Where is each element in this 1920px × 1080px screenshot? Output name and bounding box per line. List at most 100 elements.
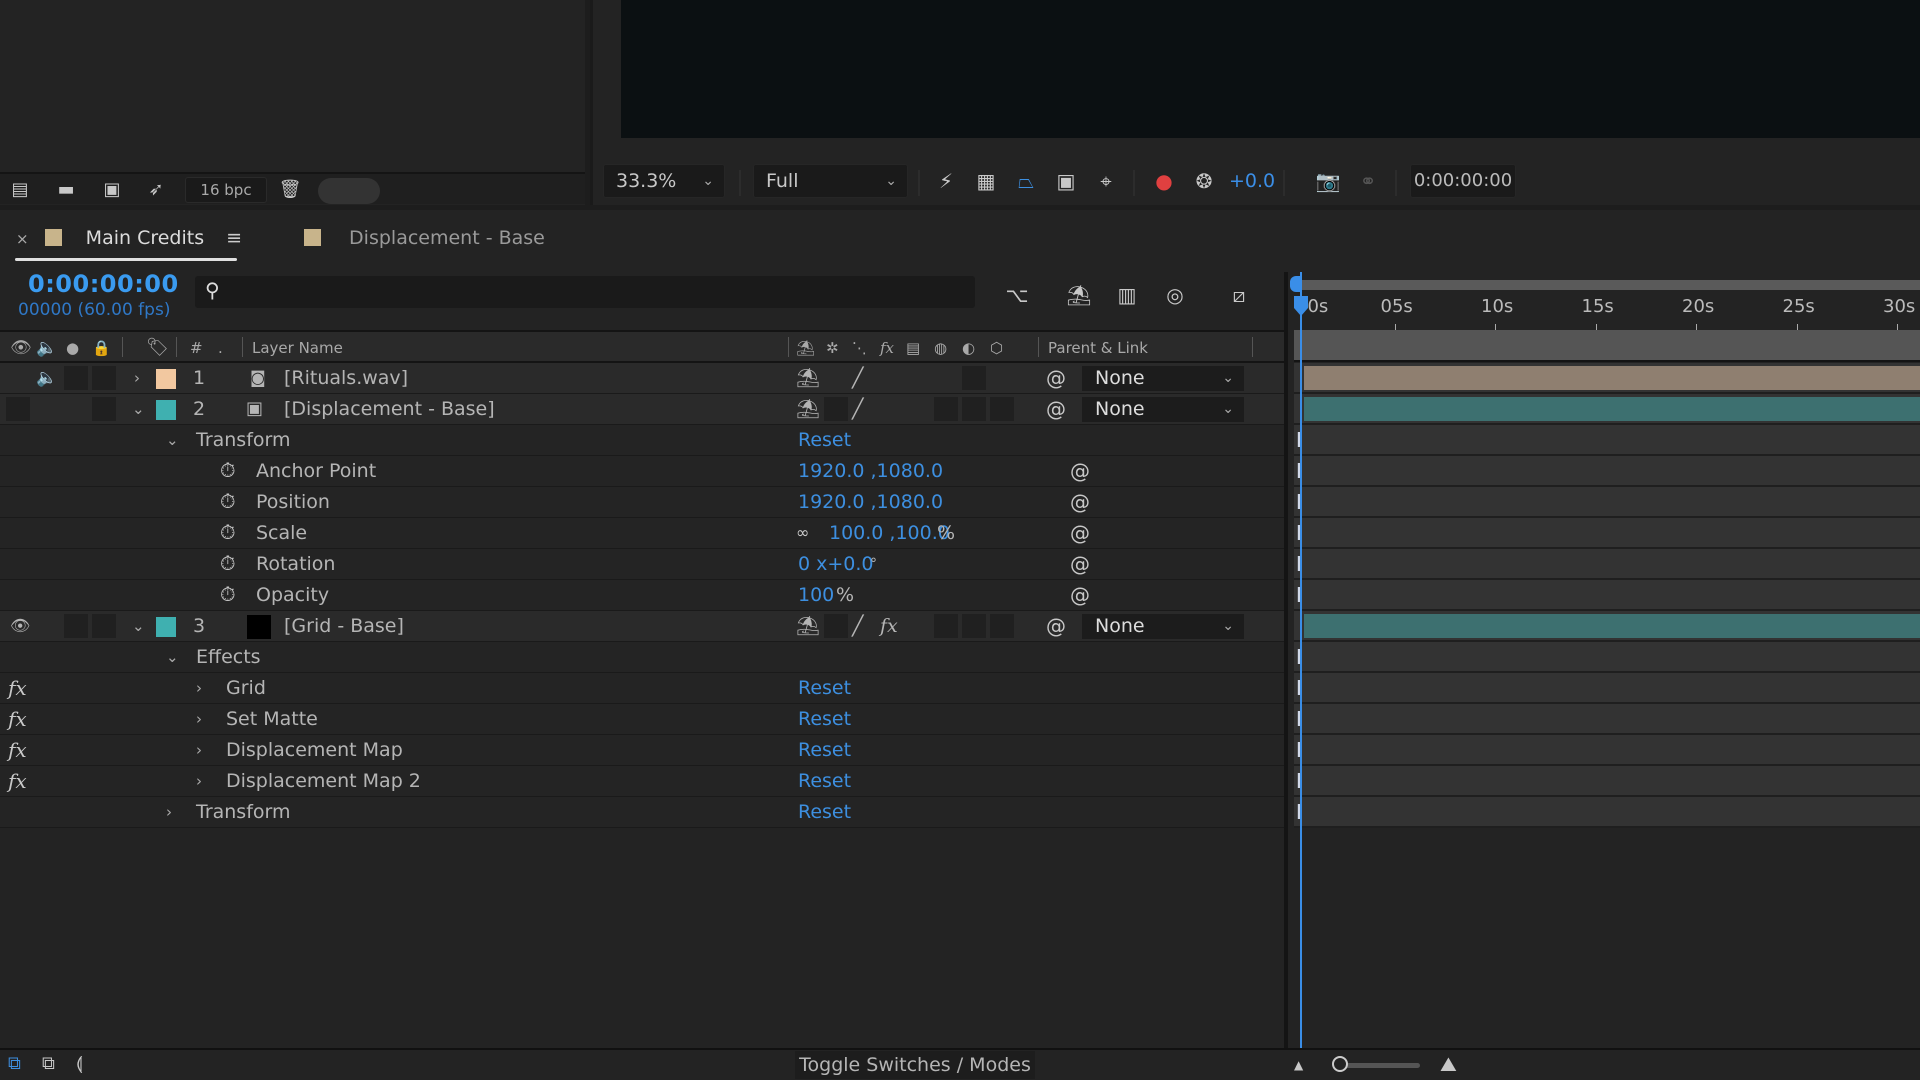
pick-whip-icon[interactable]: @ bbox=[1070, 518, 1090, 548]
layer-search-input[interactable]: ⚲ bbox=[195, 276, 975, 308]
tab-main-credits[interactable]: × Main Credits ≡ bbox=[16, 220, 242, 260]
chevron-down-icon[interactable]: ⌄ bbox=[166, 642, 179, 672]
layer-name[interactable]: [Grid - Base] bbox=[284, 611, 404, 641]
pick-whip-icon[interactable]: @ bbox=[1046, 363, 1066, 393]
work-area-bar[interactable] bbox=[1294, 280, 1920, 290]
layer-row[interactable]: ⌄ 2 ▣ [Displacement - Base] ⛱ ╱ @ None ⌄ bbox=[0, 394, 1290, 425]
adjustment-switch[interactable] bbox=[962, 614, 986, 638]
trash-icon[interactable]: 🗑 bbox=[276, 178, 304, 202]
chevron-right-icon[interactable]: › bbox=[196, 704, 202, 734]
transform-group-row[interactable]: › Transform Reset bbox=[0, 797, 1290, 828]
time-graph[interactable]: 00s05s10s15s20s25s30s IIIIIIIIIIII bbox=[1284, 272, 1920, 1048]
grid-guides-icon[interactable]: ⌖ bbox=[1091, 166, 1121, 196]
property-value[interactable]: 100 bbox=[798, 580, 834, 610]
constrain-proportions-icon[interactable]: ∞ bbox=[796, 518, 809, 548]
quality-switch-icon[interactable]: ⋱ bbox=[852, 338, 867, 358]
adjustment-switch[interactable] bbox=[962, 366, 986, 390]
viewer-current-time[interactable]: 0:00:00:00 bbox=[1410, 164, 1516, 198]
render-queue-icon[interactable]: ➶ bbox=[142, 178, 170, 202]
graph-editor-icon[interactable]: ⧄ bbox=[1222, 280, 1256, 310]
show-channel-icon[interactable]: ● bbox=[1149, 166, 1179, 196]
show-snapshot-icon[interactable]: ⚭ bbox=[1353, 166, 1383, 196]
property-value[interactable]: 1920.0 ,1080.0 bbox=[798, 456, 943, 486]
solo-toggle[interactable] bbox=[64, 614, 88, 638]
track-row[interactable]: I bbox=[1294, 487, 1920, 518]
property-row[interactable]: ⏱ Scale ∞ 100.0 ,100.0 % @ bbox=[0, 518, 1290, 549]
property-row[interactable]: ⏱ Anchor Point 1920.0 ,1080.0 @ bbox=[0, 456, 1290, 487]
shy-switch-icon[interactable]: ⛱ bbox=[796, 363, 820, 393]
effect-fx-icon[interactable]: fx bbox=[8, 704, 27, 734]
parent-dropdown[interactable]: None ⌄ bbox=[1082, 614, 1244, 639]
composition-flowchart-icon[interactable]: ⌥ bbox=[1000, 280, 1034, 310]
zoom-out-icon[interactable]: ▲ bbox=[1294, 1058, 1303, 1072]
track-row[interactable] bbox=[1294, 363, 1920, 394]
3d-switch[interactable] bbox=[990, 614, 1014, 638]
layer-name[interactable]: [Displacement - Base] bbox=[284, 394, 495, 424]
chevron-down-icon[interactable]: ⌄ bbox=[132, 394, 145, 424]
layer-row[interactable]: 🔈 › 1 ◙ [Rituals.wav] ⛱ ╱ @ None ⌄ bbox=[0, 363, 1290, 394]
property-row[interactable]: ⏱ Position 1920.0 ,1080.0 @ bbox=[0, 487, 1290, 518]
layer-duration-bar[interactable] bbox=[1304, 397, 1920, 421]
lock-toggle[interactable] bbox=[92, 366, 116, 390]
toggle-switches-modes-button[interactable]: Toggle Switches / Modes bbox=[795, 1051, 1035, 1079]
effect-switch-icon[interactable]: fx bbox=[880, 611, 898, 641]
3d-switch[interactable] bbox=[990, 397, 1014, 421]
audio-icon[interactable]: 🔈 bbox=[36, 338, 57, 358]
audio-toggle-icon[interactable]: 🔈 bbox=[36, 363, 57, 393]
pick-whip-icon[interactable]: @ bbox=[1070, 456, 1090, 486]
shy-switch-icon[interactable]: ⛱ bbox=[796, 394, 820, 424]
in-out-pane-icon[interactable]: ⟬ bbox=[76, 1053, 83, 1074]
pick-whip-icon[interactable]: @ bbox=[1046, 611, 1066, 641]
lock-toggle[interactable] bbox=[92, 614, 116, 638]
layer-duration-bar[interactable] bbox=[1304, 614, 1920, 638]
transform-group-row[interactable]: ⌄ Transform Reset bbox=[0, 425, 1290, 456]
label-color-swatch[interactable] bbox=[156, 617, 176, 637]
shy-switch-icon[interactable]: ⛱ bbox=[796, 611, 820, 641]
magnification-dropdown[interactable]: 33.3% ⌄ bbox=[603, 164, 725, 198]
draft-3d-icon[interactable]: ⛱ bbox=[1062, 280, 1096, 310]
adjustment-layer-switch-icon[interactable]: ◐ bbox=[962, 338, 975, 358]
effect-row[interactable]: fx › Displacement Map 2 Reset bbox=[0, 766, 1290, 797]
track-row[interactable]: I bbox=[1294, 673, 1920, 704]
video-visibility-icon[interactable]: 👁 bbox=[10, 338, 32, 358]
frame-blending-icon[interactable]: ◎ bbox=[1158, 280, 1192, 310]
quality-switch-icon[interactable]: ╱ bbox=[852, 363, 863, 393]
chevron-down-icon[interactable]: ⌄ bbox=[132, 611, 145, 641]
reset-exposure-icon[interactable]: ❂ bbox=[1189, 166, 1219, 196]
reset-link[interactable]: Reset bbox=[798, 673, 851, 703]
track-row[interactable]: I bbox=[1294, 549, 1920, 580]
panel-menu-icon[interactable]: ≡ bbox=[226, 227, 242, 249]
collapse-switch-icon[interactable]: ✲ bbox=[826, 338, 839, 358]
effect-fx-icon[interactable]: fx bbox=[8, 673, 27, 703]
3d-layer-switch-icon[interactable]: ⬡ bbox=[990, 338, 1003, 358]
track-row[interactable]: I bbox=[1294, 456, 1920, 487]
stopwatch-icon[interactable]: ⏱ bbox=[220, 458, 236, 482]
chevron-right-icon[interactable]: › bbox=[166, 797, 172, 827]
label-color-swatch[interactable] bbox=[156, 400, 176, 420]
time-ruler[interactable]: 00s 05s 10s 15s 20s 25s 30s bbox=[1288, 294, 1920, 332]
label-tag-icon[interactable]: 🏷 bbox=[146, 338, 169, 358]
pick-whip-icon[interactable]: @ bbox=[1070, 580, 1090, 610]
chevron-right-icon[interactable]: › bbox=[196, 766, 202, 796]
stopwatch-icon[interactable]: ⏱ bbox=[220, 551, 236, 575]
zoom-in-icon[interactable]: ⛰ bbox=[1440, 1052, 1457, 1076]
track-row[interactable]: I bbox=[1294, 580, 1920, 611]
quality-switch-icon[interactable]: ╱ bbox=[852, 394, 863, 424]
parent-dropdown[interactable]: None ⌄ bbox=[1082, 366, 1244, 391]
snapshot-camera-icon[interactable]: 📷 bbox=[1313, 166, 1343, 196]
track-row[interactable]: I bbox=[1294, 797, 1920, 828]
mask-path-visibility-icon[interactable]: ⏢ bbox=[1011, 166, 1041, 196]
effect-fx-icon[interactable]: fx bbox=[8, 735, 27, 765]
reset-link[interactable]: Reset bbox=[798, 425, 851, 455]
stopwatch-icon[interactable]: ⏱ bbox=[220, 582, 236, 606]
track-row[interactable]: I bbox=[1294, 425, 1920, 456]
transfer-controls-pane-icon[interactable]: ⧉ bbox=[42, 1053, 55, 1074]
visibility-toggle[interactable] bbox=[6, 397, 30, 421]
current-time-display[interactable]: 0:00:00:00 bbox=[28, 270, 179, 298]
chevron-right-icon[interactable]: › bbox=[196, 735, 202, 765]
property-row[interactable]: ⏱ Opacity 100 % @ bbox=[0, 580, 1290, 611]
motion-blur-switch[interactable] bbox=[934, 397, 958, 421]
time-zoom-slider[interactable] bbox=[1340, 1063, 1420, 1068]
motion-blur-switch-icon[interactable]: ◍ bbox=[934, 338, 947, 358]
chevron-right-icon[interactable]: › bbox=[196, 673, 202, 703]
